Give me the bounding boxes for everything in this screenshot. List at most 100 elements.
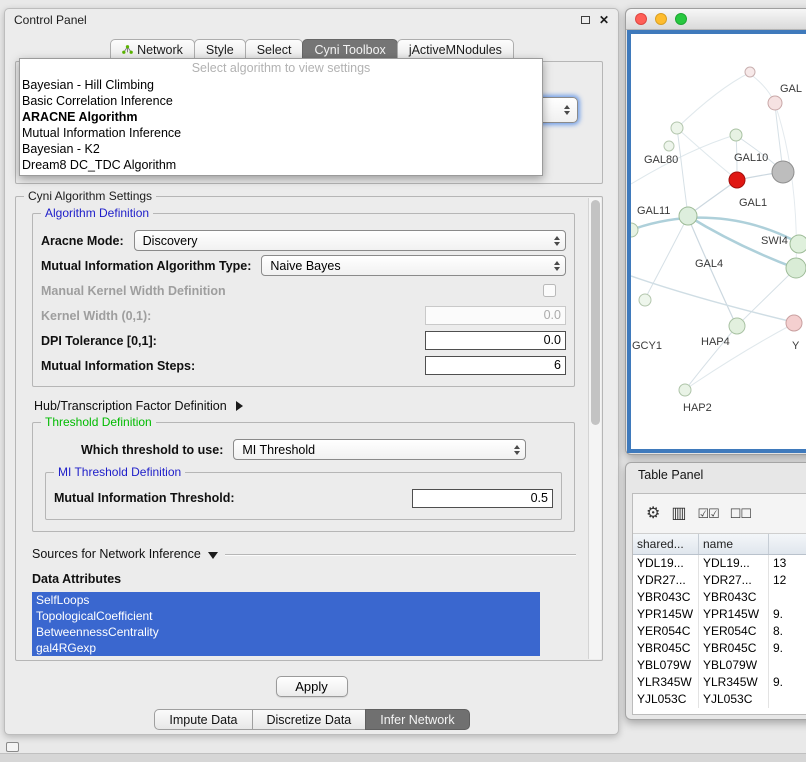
network-node[interactable] <box>729 172 745 188</box>
data-attributes-list: SelfLoops TopologicalCoefficient Between… <box>32 592 540 656</box>
network-node[interactable] <box>730 129 742 141</box>
network-node[interactable] <box>664 141 674 151</box>
table-cell: YLR345W <box>633 674 699 691</box>
network-node[interactable] <box>671 122 683 134</box>
float-window-icon[interactable] <box>581 16 590 24</box>
tab-infer-network[interactable]: Infer Network <box>365 709 469 730</box>
table-row[interactable]: YBR045CYBR045C9. <box>633 640 806 657</box>
tab-select[interactable]: Select <box>245 39 304 60</box>
node-label: GAL11 <box>637 205 670 217</box>
select-all-icon[interactable]: ☑☑ <box>697 506 718 522</box>
table-cell <box>769 589 806 606</box>
kernel-width-row: Kernel Width (0,1): 0.0 <box>41 303 566 328</box>
network-edge[interactable] <box>677 73 749 128</box>
table-settings-gear-icon[interactable]: ⚙ <box>646 506 660 522</box>
table-row[interactable]: YBL079WYBL079W <box>633 657 806 674</box>
algorithm-option[interactable]: Dream8 DC_TDC Algorithm <box>20 157 542 173</box>
zoom-button[interactable] <box>675 13 687 25</box>
network-node[interactable] <box>745 67 755 77</box>
mi-type-select[interactable]: Naive Bayes <box>261 255 566 276</box>
which-threshold-select[interactable]: MI Threshold <box>233 439 526 460</box>
minimize-button[interactable] <box>655 13 667 25</box>
aracne-mode-row: Aracne Mode: Discovery <box>41 228 566 253</box>
combo-arrows-icon <box>548 236 560 246</box>
table-row[interactable]: YBR043CYBR043C <box>633 589 806 606</box>
attribute-item-selected[interactable]: TopologicalCoefficient <box>32 608 540 624</box>
table-row[interactable]: YPR145WYPR145W9. <box>633 606 806 623</box>
algorithm-option[interactable]: Bayesian - Hill Climbing <box>20 77 542 93</box>
network-edge[interactable] <box>631 276 793 322</box>
mi-steps-field[interactable]: 6 <box>425 356 566 375</box>
algorithm-dropdown-popup: Select algorithm to view settings Bayesi… <box>19 58 543 176</box>
panel-dock-icon[interactable] <box>6 742 19 752</box>
mi-type-label: Mutual Information Algorithm Type: <box>41 259 251 273</box>
network-node[interactable] <box>786 258 806 278</box>
network-node[interactable] <box>679 384 691 396</box>
clear-selection-icon[interactable]: ☐☐ <box>730 506 751 522</box>
close-button[interactable] <box>635 13 647 25</box>
network-edge[interactable] <box>688 217 736 325</box>
network-edge[interactable] <box>738 270 794 325</box>
attribute-item-selected[interactable]: SelfLoops <box>32 592 540 608</box>
network-canvas[interactable]: GALGAL80GAL10GAL11GAL1SWI4GAL4GCY1HAP4HA… <box>627 30 806 453</box>
table-row[interactable]: YER054CYER054C8. <box>633 623 806 640</box>
algorithm-option[interactable]: Basic Correlation Inference <box>20 93 542 109</box>
node-label: HAP4 <box>701 336 730 348</box>
column-header-name[interactable]: name <box>699 534 769 554</box>
combo-arrows-icon <box>548 261 560 271</box>
algorithm-option[interactable]: Mutual Information Inference <box>20 125 542 141</box>
network-edge[interactable] <box>677 128 735 178</box>
network-node[interactable] <box>790 235 806 253</box>
network-node[interactable] <box>772 161 794 183</box>
tab-network[interactable]: Network <box>110 39 195 60</box>
tab-impute-data[interactable]: Impute Data <box>154 709 252 730</box>
algorithm-definition-title: Algorithm Definition <box>41 206 153 220</box>
manual-kernel-checkbox[interactable] <box>543 284 556 297</box>
tab-cyni-toolbox[interactable]: Cyni Toolbox <box>302 39 397 60</box>
mi-threshold-row: Mutual Information Threshold: 0.5 <box>54 486 555 510</box>
tab-style[interactable]: Style <box>194 39 246 60</box>
table-cell: YDL19... <box>633 555 699 572</box>
show-columns-icon[interactable]: ▥ <box>671 506 686 522</box>
algorithm-option[interactable]: Bayesian - K2 <box>20 141 542 157</box>
network-node[interactable] <box>679 207 697 225</box>
node-label: GAL80 <box>644 154 678 166</box>
table-row[interactable]: YLR345WYLR345W9. <box>633 674 806 691</box>
attribute-item-selected[interactable]: BetweennessCentrality <box>32 624 540 640</box>
mi-type-row: Mutual Information Algorithm Type: Naive… <box>41 253 566 278</box>
dpi-tolerance-field[interactable]: 0.0 <box>425 331 566 350</box>
network-node[interactable] <box>729 318 745 334</box>
close-panel-icon[interactable]: ✕ <box>599 15 609 25</box>
data-attributes-label: Data Attributes <box>32 572 576 586</box>
column-header-clipped[interactable] <box>769 534 806 554</box>
kernel-width-label: Kernel Width (0,1): <box>41 309 151 323</box>
table-row[interactable]: YDR27...YDR27...12 <box>633 572 806 589</box>
table-row[interactable]: YDL19...YDL19...13 <box>633 555 806 572</box>
network-node[interactable] <box>639 294 651 306</box>
settings-scrollbar[interactable] <box>588 198 601 659</box>
algorithm-option-selected[interactable]: ARACNE Algorithm <box>20 109 542 125</box>
cyni-algorithm-settings-group: Cyni Algorithm Settings Algorithm Defini… <box>15 196 603 661</box>
combo-value: Naive Bayes <box>270 259 340 273</box>
kernel-width-field[interactable]: 0.0 <box>425 306 566 325</box>
column-header-shared-name[interactable]: shared... <box>633 534 699 554</box>
mi-threshold-field[interactable]: 0.5 <box>412 489 553 508</box>
sources-section-toggle[interactable]: Sources for Network Inference <box>32 545 576 563</box>
mi-threshold-group: MI Threshold Definition Mutual Informati… <box>45 472 562 520</box>
network-node[interactable] <box>786 315 802 331</box>
table-cell: YDL19... <box>699 555 769 572</box>
table-row[interactable]: YJL053CYJL053C <box>633 691 806 708</box>
apply-button[interactable]: Apply <box>276 676 348 697</box>
network-node[interactable] <box>631 223 638 237</box>
network-edge[interactable] <box>689 180 737 215</box>
hub-tf-definition-toggle[interactable]: Hub/Transcription Factor Definition <box>34 396 576 416</box>
network-edge[interactable] <box>677 128 688 215</box>
table-cell: YER054C <box>633 623 699 640</box>
tab-discretize-data[interactable]: Discretize Data <box>252 709 367 730</box>
tab-jactivemnodules[interactable]: jActiveMNodules <box>397 39 514 60</box>
network-node[interactable] <box>768 96 782 110</box>
combo-arrows-icon <box>508 445 520 455</box>
aracne-mode-select[interactable]: Discovery <box>134 230 566 251</box>
attribute-item-selected[interactable]: gal4RGexp <box>32 640 540 656</box>
scrollbar-thumb[interactable] <box>591 200 600 425</box>
